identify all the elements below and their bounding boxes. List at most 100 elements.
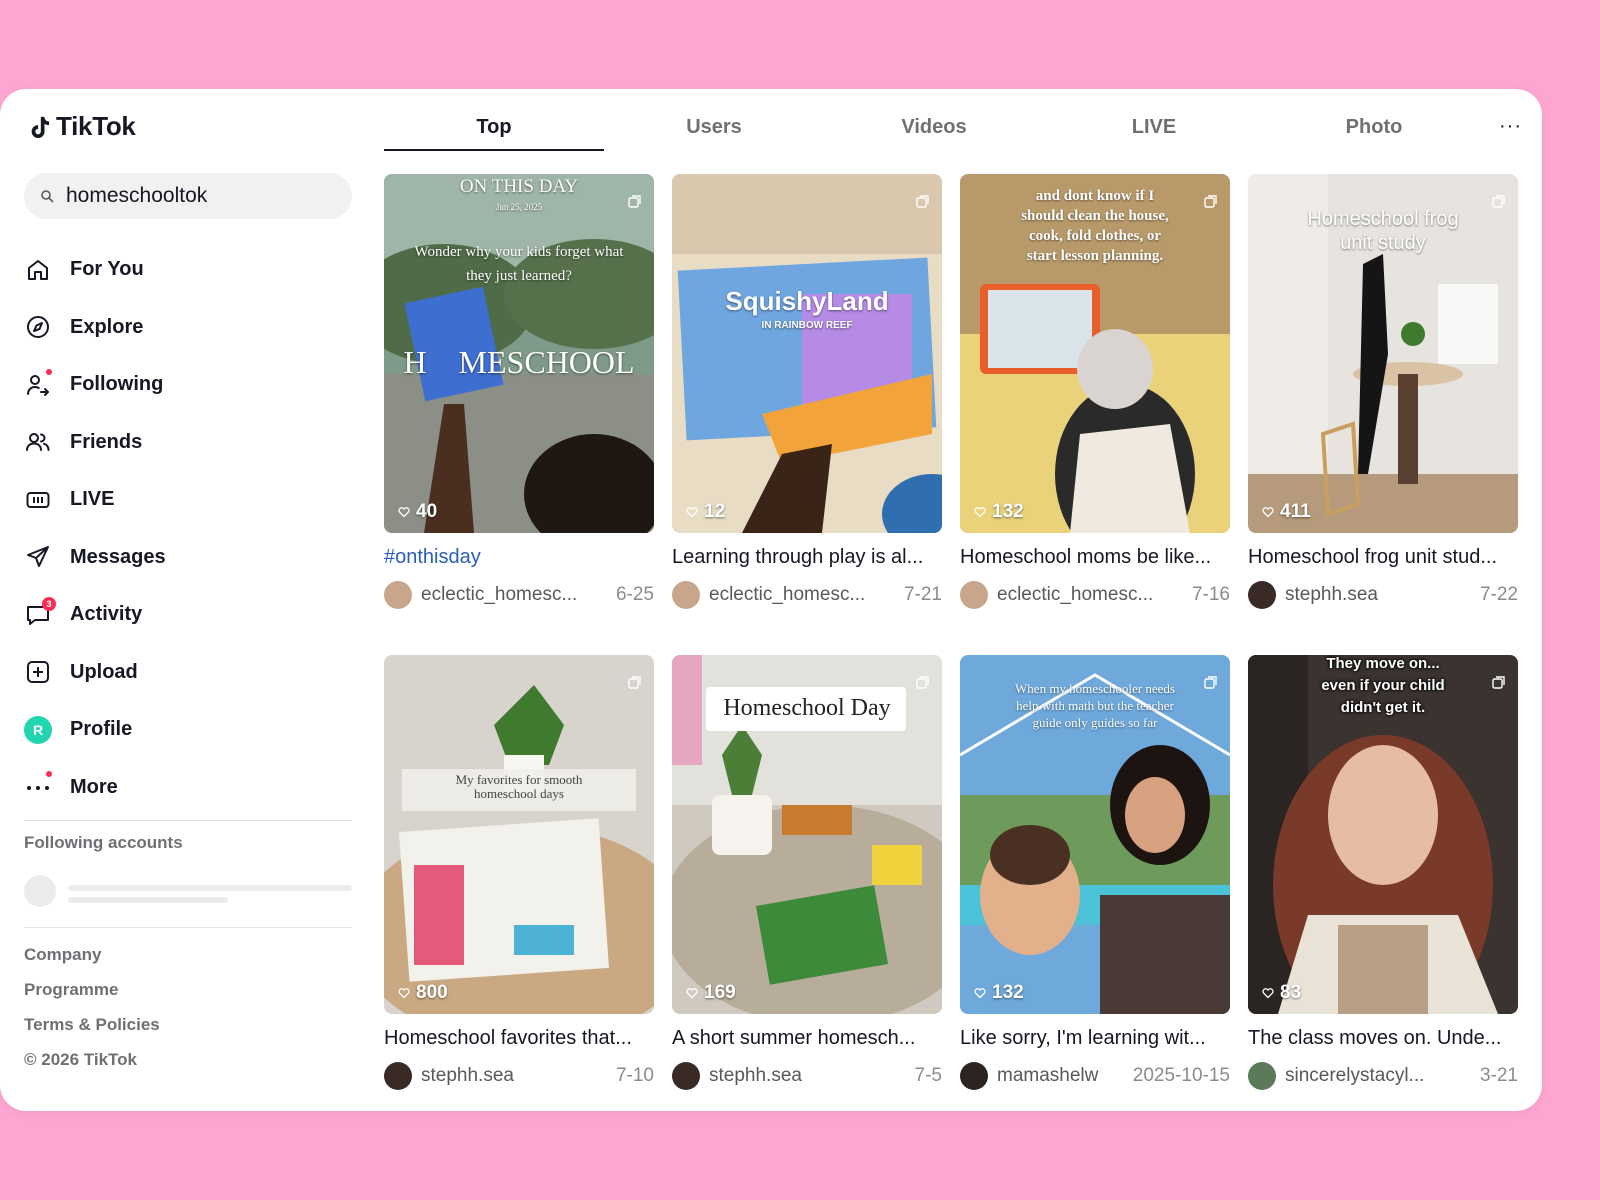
author-username[interactable]: stephh.sea bbox=[421, 1065, 616, 1087]
nav-item-profile[interactable]: R Profile bbox=[24, 701, 352, 759]
app-name: TikTok bbox=[56, 111, 136, 141]
overlay-text: SquishyLand bbox=[725, 286, 889, 316]
nav-item-friends[interactable]: Friends bbox=[24, 414, 352, 472]
tab-videos[interactable]: Videos bbox=[824, 107, 1044, 151]
nav-item-messages[interactable]: Messages bbox=[24, 529, 352, 587]
video-thumbnail[interactable]: When my homeschooler needs help with mat… bbox=[960, 655, 1230, 1014]
overlay-text: cook, fold clothes, or bbox=[1028, 228, 1162, 244]
plus-square-icon bbox=[24, 658, 52, 686]
nav-item-live[interactable]: LIVE bbox=[24, 471, 352, 529]
nav-item-activity[interactable]: 3 Activity bbox=[24, 586, 352, 644]
author-username[interactable]: stephh.sea bbox=[709, 1065, 915, 1087]
video-caption[interactable]: Homeschool favorites that... bbox=[384, 1027, 654, 1050]
post-date: 7-21 bbox=[903, 584, 942, 605]
heart-icon bbox=[1262, 988, 1274, 999]
footer-copyright: © 2026 TikTok bbox=[24, 1050, 138, 1069]
video-caption[interactable]: Homeschool frog unit stud... bbox=[1248, 546, 1518, 569]
video-meta: stephh.sea 7-5 bbox=[672, 1061, 942, 1091]
video-thumbnail[interactable]: My favorites for smooth homeschool days … bbox=[384, 655, 654, 1014]
video-thumbnail[interactable]: ON THIS DAY Jun 25, 2025 Wonder why your… bbox=[384, 174, 654, 533]
video-meta: eclectic_homesc... 7-16 bbox=[960, 580, 1230, 610]
like-count: 83 bbox=[1262, 982, 1301, 1004]
overlay-text: unit study bbox=[1340, 232, 1426, 254]
video-caption[interactable]: Like sorry, I'm learning wit... bbox=[960, 1027, 1230, 1050]
overlay-text: should clean the house, bbox=[1021, 208, 1169, 224]
nav-label: Profile bbox=[70, 718, 133, 741]
author-avatar[interactable] bbox=[1248, 1062, 1276, 1090]
nav-item-more[interactable]: More bbox=[24, 759, 352, 817]
author-avatar[interactable] bbox=[672, 581, 700, 609]
overlay-text: guide only guides so far bbox=[1032, 715, 1158, 730]
video-thumbnail[interactable]: SquishyLand IN RAINBOW REEF 12 bbox=[672, 174, 942, 533]
divider bbox=[24, 820, 352, 821]
author-avatar[interactable] bbox=[672, 1062, 700, 1090]
search-bar[interactable] bbox=[24, 173, 352, 219]
like-count: 132 bbox=[974, 982, 1024, 1004]
post-date: 7-10 bbox=[615, 1065, 654, 1086]
author-avatar[interactable] bbox=[1248, 581, 1276, 609]
video-caption[interactable]: Homeschool moms be like... bbox=[960, 546, 1230, 569]
overlay-text: When my homeschooler needs bbox=[1015, 681, 1175, 696]
message-bubble-icon: 3 bbox=[24, 596, 56, 629]
tab-users[interactable]: Users bbox=[604, 107, 824, 151]
footer-link-terms[interactable]: Terms & Policies bbox=[24, 1007, 160, 1042]
nav-item-explore[interactable]: Explore bbox=[24, 299, 352, 357]
video-meta: eclectic_homesc... 7-21 bbox=[672, 580, 942, 610]
author-username[interactable]: eclectic_homesc... bbox=[997, 584, 1192, 606]
nav-item-following[interactable]: Following bbox=[24, 356, 352, 414]
overlay-text: ON THIS DAY bbox=[459, 176, 579, 197]
video-thumbnail[interactable]: Homeschool frog unit study 411 bbox=[1248, 174, 1518, 533]
author-username[interactable]: sincerelystacyl... bbox=[1285, 1065, 1480, 1087]
nav-item-upload[interactable]: Upload bbox=[24, 644, 352, 702]
nav-label: Upload bbox=[70, 660, 138, 683]
like-count-value: 40 bbox=[416, 501, 438, 522]
post-date: 3-21 bbox=[1479, 1065, 1518, 1086]
overlay-text: start lesson planning. bbox=[1026, 248, 1164, 264]
nav-item-for-you[interactable]: For You bbox=[24, 241, 352, 299]
author-username[interactable]: eclectic_homesc... bbox=[421, 584, 616, 606]
tab-top[interactable]: Top bbox=[384, 107, 604, 151]
video-meta: sincerelystacyl... 3-21 bbox=[1248, 1061, 1518, 1091]
like-count: 12 bbox=[686, 501, 725, 523]
more-tabs-button[interactable]: ··· bbox=[1499, 115, 1522, 138]
video-thumbnail[interactable]: Homeschool Day 169 bbox=[672, 655, 942, 1014]
overlay-text: Homeschool Day bbox=[723, 695, 891, 721]
video-meta: stephh.sea 7-22 bbox=[1248, 580, 1518, 610]
like-count: 132 bbox=[974, 501, 1024, 523]
video-thumbnail[interactable]: They move on... even if your child didn'… bbox=[1248, 655, 1518, 1014]
footer-link-company[interactable]: Company bbox=[24, 937, 160, 972]
author-username[interactable]: eclectic_homesc... bbox=[709, 584, 904, 606]
author-avatar[interactable] bbox=[960, 581, 988, 609]
video-caption[interactable]: #onthisday bbox=[384, 546, 654, 569]
multi-photo-icon bbox=[916, 676, 929, 689]
tiktok-logo[interactable]: TikTok bbox=[28, 111, 136, 142]
multi-photo-icon bbox=[1204, 195, 1217, 208]
author-avatar[interactable] bbox=[384, 1062, 412, 1090]
send-icon bbox=[24, 543, 52, 571]
like-count-value: 132 bbox=[992, 982, 1024, 1003]
author-avatar[interactable] bbox=[960, 1062, 988, 1090]
tab-photo[interactable]: Photo bbox=[1264, 107, 1484, 151]
video-meta: eclectic_homesc... 6-25 bbox=[384, 580, 654, 610]
video-caption[interactable]: The class moves on. Unde... bbox=[1248, 1027, 1518, 1050]
like-count-value: 12 bbox=[704, 501, 726, 522]
video-thumbnail[interactable]: and dont know if I should clean the hous… bbox=[960, 174, 1230, 533]
overlay-text: Jun 25, 2025 bbox=[495, 202, 543, 212]
overlay-text: help with math but the teacher bbox=[1016, 698, 1174, 713]
overlay-text: they just learned? bbox=[466, 268, 572, 284]
video-caption[interactable]: A short summer homesch... bbox=[672, 1027, 942, 1050]
home-icon bbox=[24, 256, 52, 284]
overlay-text: even if your child bbox=[1321, 677, 1445, 694]
post-date: 7-22 bbox=[1479, 584, 1518, 605]
nav-label: Explore bbox=[70, 315, 144, 338]
footer-link-programme[interactable]: Programme bbox=[24, 972, 160, 1007]
search-input[interactable] bbox=[64, 183, 328, 209]
video-caption[interactable]: Learning through play is al... bbox=[672, 546, 942, 569]
tab-live[interactable]: LIVE bbox=[1044, 107, 1264, 151]
post-date: 7-16 bbox=[1191, 584, 1230, 605]
author-username[interactable]: mamashelw bbox=[997, 1065, 1133, 1087]
overlay-text: Homeschool frog bbox=[1307, 208, 1459, 230]
author-avatar[interactable] bbox=[384, 581, 412, 609]
divider bbox=[24, 927, 352, 928]
author-username[interactable]: stephh.sea bbox=[1285, 584, 1480, 606]
